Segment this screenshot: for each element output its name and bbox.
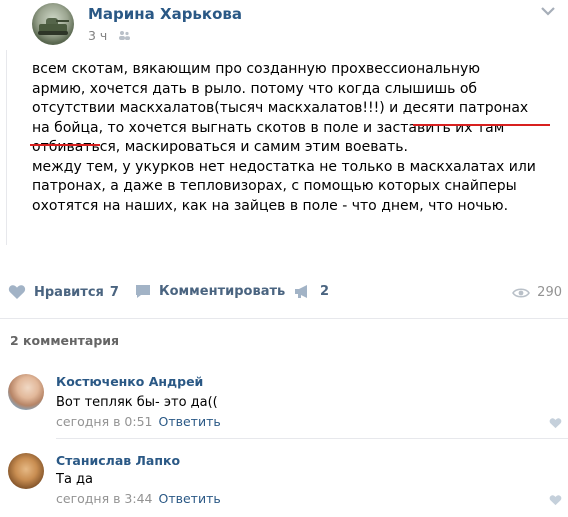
chevron-down-icon[interactable] — [540, 6, 556, 16]
red-underline — [413, 124, 550, 126]
post-header: Марина Харькова 3 ч — [0, 0, 568, 52]
share-button[interactable]: 2 — [294, 284, 329, 299]
post-text-line: патронах, а даже в тепловизорах, с помощ… — [32, 178, 517, 194]
heart-icon[interactable] — [549, 417, 562, 429]
post-text-line: отсутствии маскхалатов(тысяч маскхалатов… — [32, 100, 529, 116]
heart-icon[interactable] — [549, 494, 562, 506]
share-count: 2 — [320, 284, 330, 299]
like-button[interactable]: Нравится 7 — [8, 284, 119, 300]
views-count: 290 — [537, 285, 562, 300]
heart-icon — [8, 285, 26, 299]
author-avatar[interactable] — [32, 3, 74, 45]
post-text-line: между тем, у укурков нет недостатка не т… — [32, 158, 536, 175]
reply-link[interactable]: Ответить — [159, 491, 221, 506]
comment-text: Вот тепляк бы- это да(( — [56, 395, 218, 410]
comment-text: Та да — [56, 472, 93, 487]
post-text: всем скотам, вякающим про созданную прох… — [32, 60, 552, 216]
comment-time[interactable]: сегодня в 3:44 — [56, 491, 153, 506]
post-actions: Нравится 7 Комментировать 2 290 — [0, 280, 568, 308]
comment-label: Комментировать — [159, 284, 286, 299]
post-left-rule — [6, 50, 7, 245]
like-label: Нравится — [34, 284, 104, 300]
divider — [0, 318, 568, 319]
commenter-avatar[interactable] — [8, 374, 44, 410]
eye-icon — [512, 287, 531, 298]
red-underline — [30, 144, 100, 146]
post-time[interactable]: 3 ч — [88, 28, 107, 43]
post-text-line: всем скотам, вякающим про созданную прох… — [32, 61, 481, 77]
reply-link[interactable]: Ответить — [159, 414, 221, 429]
comments-count: 2 комментария — [10, 333, 120, 348]
post-text-line: на бойца, то хочется выгнать скотов в по… — [32, 119, 505, 136]
comment-meta: сегодня в 3:44 Ответить — [56, 491, 221, 506]
commenter-name[interactable]: Станислав Лапко — [56, 453, 180, 468]
author-name[interactable]: Марина Харькова — [88, 5, 242, 23]
comment-meta: сегодня в 0:51 Ответить — [56, 414, 221, 429]
people-icon — [119, 31, 130, 40]
divider — [56, 438, 568, 439]
comment-icon — [136, 285, 150, 298]
post-text-line: охотятся на наших, как на зайцев в поле … — [32, 197, 509, 214]
post-text-line: отбиваться, маскироваться и самим этим в… — [32, 139, 408, 155]
comment-button[interactable]: Комментировать — [135, 284, 285, 299]
commenter-name[interactable]: Костюченко Андрей — [56, 374, 203, 389]
views-counter: 290 — [512, 285, 562, 300]
like-count: 7 — [109, 284, 119, 300]
post-text-line: армию, хочется дать в рыло. потому что к… — [32, 80, 478, 97]
commenter-avatar[interactable] — [8, 453, 44, 489]
comment-time[interactable]: сегодня в 0:51 — [56, 414, 153, 429]
megaphone-icon — [295, 285, 307, 298]
